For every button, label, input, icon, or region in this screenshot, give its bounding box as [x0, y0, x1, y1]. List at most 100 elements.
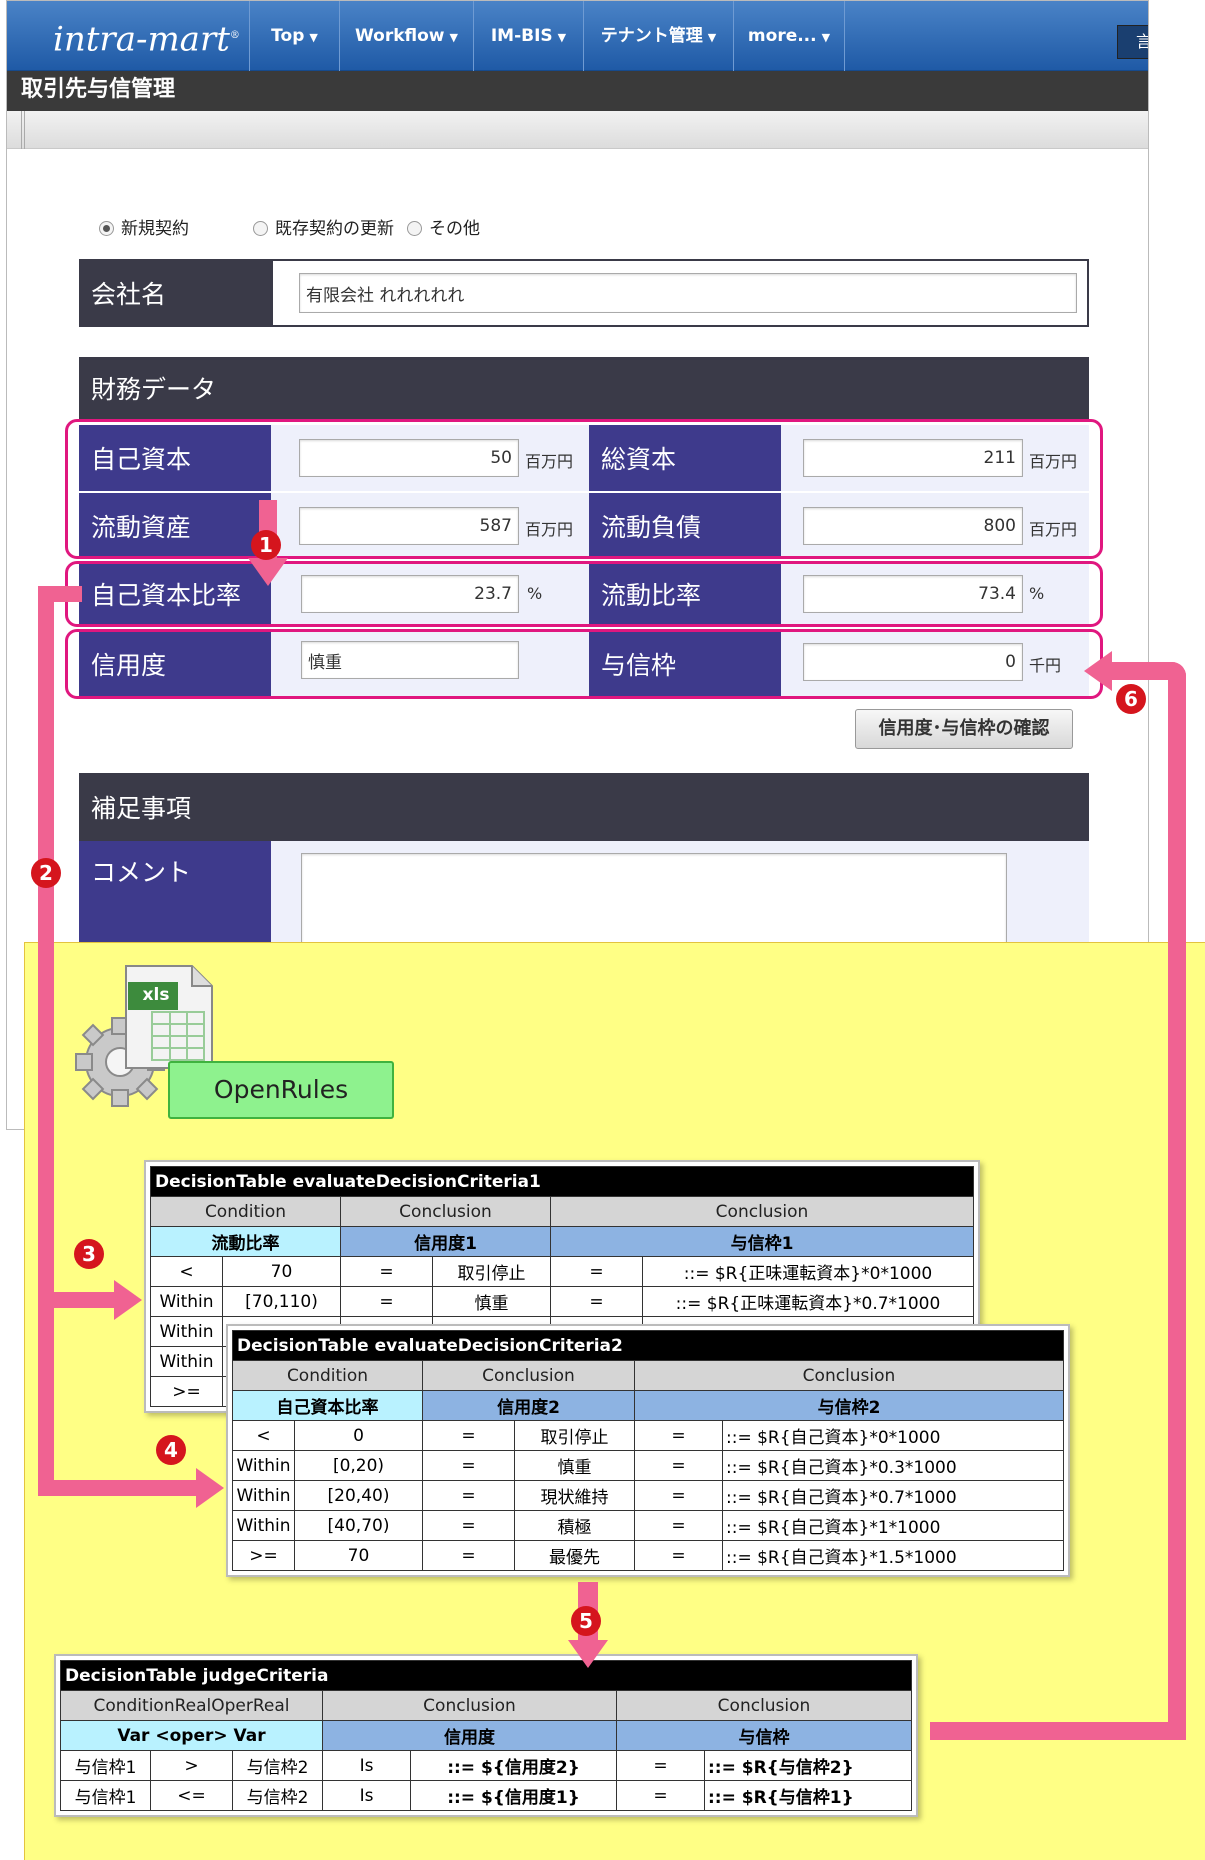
table1-header: Conclusion	[550, 1196, 974, 1227]
table-cell: 与信枠1	[60, 1750, 151, 1781]
intra-mart-logo[interactable]: intra-mart®	[7, 1, 249, 71]
decision-table-3: DecisionTable judgeCriteria ConditionRea…	[54, 1654, 918, 1817]
table1-subheader: 与信枠1	[550, 1226, 974, 1257]
flow-arrow-4-shaft	[38, 1480, 198, 1496]
nav-workflow-menu[interactable]: Workflow ▼	[339, 1, 473, 71]
table3-title: DecisionTable judgeCriteria	[60, 1660, 912, 1691]
table3-subheader: 信用度	[322, 1720, 617, 1751]
step-badge-3: 3	[74, 1239, 104, 1269]
table-cell: ::= $R{自己資本}*1.5*1000	[722, 1540, 1064, 1571]
nav-more-menu[interactable]: more... ▼	[733, 1, 845, 71]
table-cell: >=	[232, 1540, 295, 1571]
table-row: Within [70,110) = 慎重 = ::= $R{正味運転資本}*0.…	[150, 1286, 974, 1317]
table1-title: DecisionTable evaluateDecisionCriteria1	[150, 1166, 974, 1197]
table-cell: =	[340, 1256, 433, 1287]
flow-arrow-2-shaft	[38, 586, 54, 1496]
table2-subheader: 自己資本比率	[232, 1390, 423, 1421]
table2-subheader: 与信枠2	[634, 1390, 1064, 1421]
caret-down-icon: ▼	[707, 31, 717, 44]
radio-label: 既存契約の更新	[275, 219, 394, 239]
table-cell: 取引停止	[432, 1256, 551, 1287]
table-cell: =	[550, 1256, 643, 1287]
table-row: 与信枠1 <= 与信枠2 Is ::= ${信用度1} = ::= $R{与信枠…	[60, 1780, 912, 1811]
registered-mark: ®	[229, 30, 240, 41]
company-name-input[interactable]: 有限会社 れれれれれ	[299, 273, 1077, 313]
table-cell: 与信枠2	[232, 1780, 323, 1811]
table-row: Within [0,20) = 慎重 = ::= $R{自己資本}*0.3*10…	[232, 1450, 1064, 1481]
step-badge-5: 5	[571, 1606, 601, 1636]
table-cell: 与信枠2	[232, 1750, 323, 1781]
nav-top-menu[interactable]: Top ▼	[249, 1, 339, 71]
table-cell: Within	[150, 1346, 223, 1377]
table-cell: 最優先	[514, 1540, 635, 1571]
flow-arrow-3-shaft	[38, 1292, 118, 1308]
notes-section-header: 補足事項	[79, 773, 1089, 841]
table-cell: ::= $R{与信枠1}	[704, 1780, 912, 1811]
comment-textarea[interactable]	[301, 853, 1007, 953]
step-badge-2: 2	[31, 858, 61, 888]
radio-renewal[interactable]: 既存契約の更新	[253, 219, 394, 239]
table1-header: Condition	[150, 1196, 341, 1227]
table-cell: 現状維持	[514, 1480, 635, 1511]
nav-tenant-menu[interactable]: テナント管理 ▼	[583, 1, 733, 71]
nav-tenant-label: テナント管理	[600, 26, 703, 46]
language-button[interactable]: 言	[1117, 25, 1148, 59]
table-cell: ::= $R{正味運転資本}*0.7*1000	[642, 1286, 974, 1317]
step-badge-4: 4	[156, 1435, 186, 1465]
decision-table-2: DecisionTable evaluateDecisionCriteria2 …	[226, 1324, 1070, 1577]
table2-header: Condition	[232, 1360, 423, 1391]
finance-section-header: 財務データ	[79, 357, 1089, 419]
table-cell: =	[422, 1420, 515, 1451]
radio-unchecked-icon	[253, 221, 268, 236]
table-cell: =	[422, 1540, 515, 1571]
table-cell: [70,110)	[222, 1286, 341, 1317]
page-title: 取引先与信管理	[7, 71, 1148, 111]
table-cell: 0	[294, 1420, 423, 1451]
table-cell: =	[634, 1540, 723, 1571]
table2-header: Conclusion	[422, 1360, 635, 1391]
xls-badge: xls	[142, 985, 170, 1005]
table1-header: Conclusion	[340, 1196, 551, 1227]
table3-subheader: Var <oper> Var	[60, 1720, 323, 1751]
table-cell: Within	[150, 1286, 223, 1317]
table-row: Within [40,70) = 積極 = ::= $R{自己資本}*1*100…	[232, 1510, 1064, 1541]
toolbar	[7, 111, 1148, 149]
caret-down-icon: ▼	[309, 31, 318, 44]
step-badge-6: 6	[1116, 684, 1146, 714]
nav-im-bis-menu[interactable]: IM-BIS ▼	[473, 1, 583, 71]
table-cell: 積極	[514, 1510, 635, 1541]
table-cell: ::= $R{自己資本}*1*1000	[722, 1510, 1064, 1541]
highlight-results	[65, 629, 1103, 699]
table-cell: <	[150, 1256, 223, 1287]
step-badge-1: 1	[251, 530, 281, 560]
table-cell: =	[634, 1450, 723, 1481]
table1-subheader: 流動比率	[150, 1226, 341, 1257]
table-cell: [0,20)	[294, 1450, 423, 1481]
check-credit-button[interactable]: 信用度･与信枠の確認	[855, 709, 1073, 749]
table-cell: Within	[232, 1450, 295, 1481]
table-cell: 70	[222, 1256, 341, 1287]
table-cell: [40,70)	[294, 1510, 423, 1541]
toolbar-separator	[21, 111, 25, 149]
radio-unchecked-icon	[407, 221, 422, 236]
table-row: 与信枠1 > 与信枠2 Is ::= ${信用度2} = ::= $R{与信枠2…	[60, 1750, 912, 1781]
openrules-label: OpenRules	[168, 1061, 394, 1119]
table-cell: ::= ${信用度2}	[410, 1750, 617, 1781]
radio-new-contract[interactable]: 新規契約	[99, 219, 189, 239]
table-cell: 取引停止	[514, 1420, 635, 1451]
flow-arrow-5-head	[568, 1640, 608, 1668]
table2-subheader: 信用度2	[422, 1390, 635, 1421]
radio-other[interactable]: その他	[407, 219, 480, 239]
table-cell: 慎重	[514, 1450, 635, 1481]
table-cell: =	[616, 1780, 705, 1811]
table-cell: =	[634, 1480, 723, 1511]
flow-arrow-3-head	[114, 1280, 142, 1320]
nav-im-bis-label: IM-BIS	[490, 26, 553, 46]
flow-arrow-6-top	[1110, 662, 1186, 680]
table3-header: Conclusion	[616, 1690, 912, 1721]
flow-arrow-6-shaft	[1168, 662, 1186, 1740]
table-cell: Within	[232, 1480, 295, 1511]
nav-more-label: more...	[747, 26, 817, 46]
table-cell: =	[550, 1286, 643, 1317]
table-cell: Is	[322, 1750, 411, 1781]
